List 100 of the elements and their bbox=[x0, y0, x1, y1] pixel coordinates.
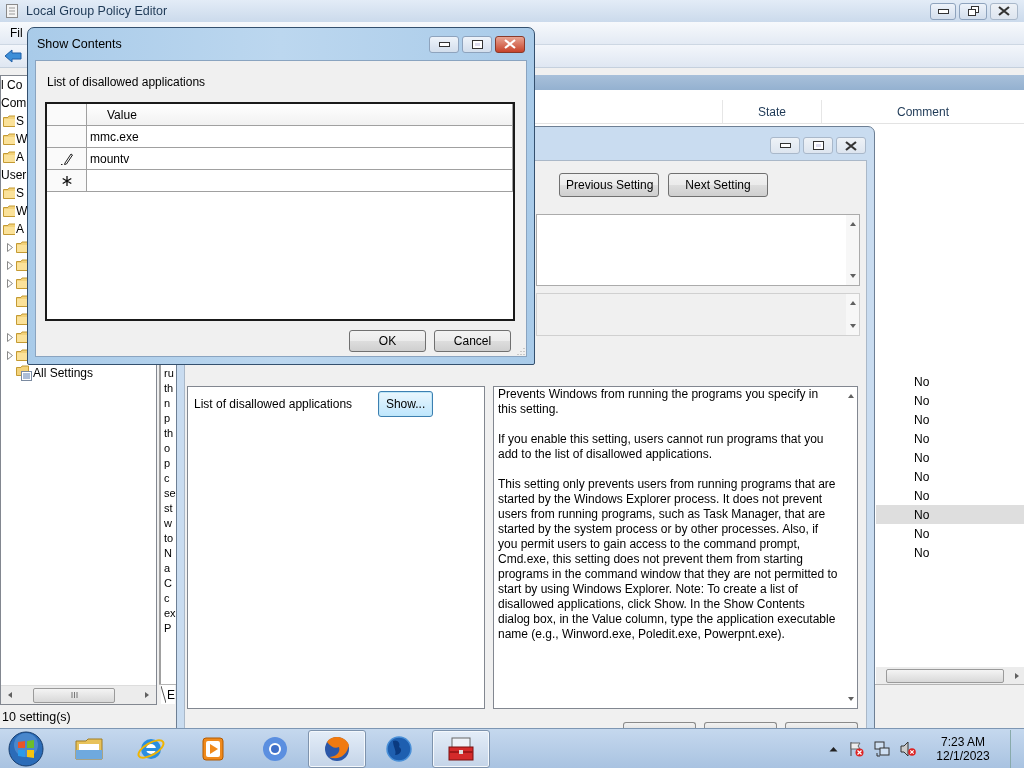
nav-button[interactable]: Next Setting bbox=[668, 173, 768, 197]
list-row[interactable]: No bbox=[876, 486, 1024, 505]
view-tab[interactable]: E bbox=[161, 685, 175, 704]
description-text: st bbox=[164, 501, 173, 516]
tree-item[interactable]: Com bbox=[1, 96, 27, 110]
scrollbar-thumb[interactable] bbox=[886, 668, 1004, 683]
horizontal-scrollbar[interactable] bbox=[876, 667, 1024, 684]
menu-item[interactable]: Fil bbox=[8, 24, 25, 42]
restore-button[interactable] bbox=[959, 2, 987, 20]
dialog-button[interactable]: Cancel bbox=[434, 330, 511, 352]
row-header[interactable] bbox=[47, 170, 87, 191]
start-button[interactable] bbox=[6, 729, 46, 768]
minimize-button[interactable] bbox=[930, 2, 956, 20]
network-icon[interactable] bbox=[874, 740, 890, 757]
expand-arrow-icon[interactable] bbox=[7, 242, 13, 252]
list-row[interactable]: No bbox=[876, 524, 1024, 543]
folder-icon bbox=[3, 151, 15, 163]
maximize-button[interactable] bbox=[803, 137, 833, 154]
dialog-button[interactable] bbox=[623, 722, 696, 728]
tree-item[interactable]: S bbox=[15, 186, 24, 200]
row-header[interactable] bbox=[47, 148, 87, 169]
minimize-button[interactable] bbox=[770, 137, 800, 154]
scrollbar-thumb[interactable] bbox=[33, 687, 115, 703]
speaker-muted-icon[interactable] bbox=[900, 740, 916, 757]
description-text: ex bbox=[164, 606, 176, 621]
scroll-down-arrow-icon[interactable] bbox=[846, 696, 855, 702]
close-button[interactable] bbox=[990, 2, 1018, 20]
vertical-scrollbar[interactable] bbox=[846, 215, 859, 285]
column-header[interactable]: Comment bbox=[821, 100, 1024, 123]
list-row[interactable]: No bbox=[876, 467, 1024, 486]
resize-grip-icon[interactable] bbox=[516, 346, 525, 355]
list-row[interactable]: No bbox=[876, 372, 1024, 391]
taskbar-button[interactable] bbox=[308, 729, 366, 768]
folder-icon bbox=[3, 205, 15, 217]
folder-icon bbox=[3, 223, 15, 235]
list-row[interactable]: No bbox=[876, 429, 1024, 448]
table-cell-text: No bbox=[913, 393, 930, 408]
nav-button[interactable]: Previous Setting bbox=[559, 173, 659, 197]
minimize-icon bbox=[779, 143, 791, 148]
tree-item[interactable]: W bbox=[15, 132, 28, 146]
minimize-button[interactable] bbox=[429, 35, 459, 53]
close-button[interactable] bbox=[495, 35, 525, 53]
dialog-button[interactable] bbox=[785, 722, 858, 728]
clock[interactable]: 7:23 AM 12/1/2023 bbox=[932, 734, 994, 763]
scroll-up-arrow-icon[interactable] bbox=[848, 221, 857, 227]
taskbar-button[interactable] bbox=[432, 729, 490, 768]
scroll-left-arrow-icon[interactable] bbox=[7, 691, 13, 699]
vertical-scrollbar[interactable] bbox=[846, 294, 859, 335]
folder-icon bbox=[3, 115, 15, 127]
column-header[interactable]: State bbox=[722, 100, 821, 123]
folder-icon bbox=[3, 187, 15, 199]
expand-arrow-icon[interactable] bbox=[7, 278, 13, 288]
table-cell[interactable]: mmc.exe bbox=[87, 126, 513, 147]
expand-arrow-icon[interactable] bbox=[7, 332, 13, 342]
description-text: a bbox=[164, 561, 171, 576]
list-row[interactable]: No bbox=[876, 543, 1024, 562]
tree-item[interactable]: A bbox=[15, 222, 24, 236]
asterisk-icon bbox=[61, 175, 72, 186]
horizontal-scrollbar[interactable] bbox=[1, 685, 156, 704]
description-text: c bbox=[164, 591, 170, 606]
scroll-up-arrow-icon[interactable] bbox=[846, 393, 855, 399]
table-cell[interactable]: mountv bbox=[87, 148, 513, 169]
list-row[interactable]: No bbox=[876, 505, 1024, 524]
description-text: se bbox=[164, 486, 176, 501]
scroll-down-arrow-icon[interactable] bbox=[848, 273, 857, 279]
table-cell-text: No bbox=[913, 412, 930, 427]
scroll-up-arrow-icon[interactable] bbox=[848, 300, 857, 306]
values-table[interactable]: Value mmc.exe mountv bbox=[45, 102, 515, 321]
dialog-button[interactable]: OK bbox=[349, 330, 426, 352]
pencil-icon bbox=[60, 152, 73, 165]
dialog-button[interactable] bbox=[704, 722, 777, 728]
tree-item[interactable]: A bbox=[15, 150, 24, 164]
table-cell-text: No bbox=[913, 374, 930, 389]
description-text: to bbox=[164, 531, 174, 546]
list-label: List of disallowed applications bbox=[46, 74, 207, 91]
tab-label[interactable]: E bbox=[167, 687, 175, 702]
restore-icon bbox=[967, 6, 979, 16]
expand-arrow-icon[interactable] bbox=[7, 260, 13, 270]
tree-item[interactable]: All Settings bbox=[32, 366, 94, 380]
tree-item[interactable]: User bbox=[1, 168, 27, 182]
scroll-right-arrow-icon[interactable] bbox=[144, 691, 150, 699]
flag-icon[interactable] bbox=[848, 740, 864, 757]
column-header[interactable]: Value bbox=[87, 104, 513, 125]
tree-item[interactable]: W bbox=[15, 204, 28, 218]
show-button[interactable]: Show... bbox=[378, 391, 434, 417]
expand-arrow-icon[interactable] bbox=[7, 350, 13, 360]
tree-item[interactable]: S bbox=[15, 114, 24, 128]
maximize-button[interactable] bbox=[462, 35, 492, 53]
description-text: N bbox=[164, 546, 172, 561]
list-row[interactable]: No bbox=[876, 410, 1024, 429]
scroll-down-arrow-icon[interactable] bbox=[848, 323, 857, 329]
table-cell-text: No bbox=[913, 526, 930, 541]
close-button[interactable] bbox=[836, 137, 866, 154]
comment-field[interactable] bbox=[536, 214, 860, 286]
scroll-right-arrow-icon[interactable] bbox=[1014, 671, 1020, 680]
tree-item[interactable]: l Co bbox=[1, 78, 23, 92]
description-text: P bbox=[164, 621, 172, 636]
list-row[interactable]: No bbox=[876, 448, 1024, 467]
list-row[interactable]: No bbox=[876, 391, 1024, 410]
back-arrow-icon[interactable] bbox=[4, 49, 22, 63]
